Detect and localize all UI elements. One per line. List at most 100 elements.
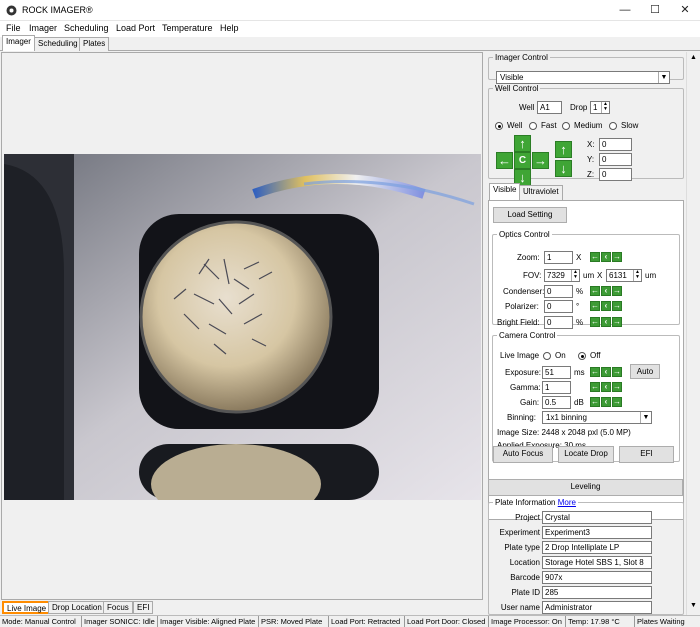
leveling-button[interactable]: Leveling [488, 479, 683, 496]
mode-medium-radio[interactable] [562, 122, 570, 130]
gain-input[interactable]: 0.5 [542, 396, 571, 409]
arrow-up-icon[interactable]: ↑ [514, 135, 531, 152]
drop-value: 1 [593, 103, 598, 112]
imager-mode-select[interactable]: Visible ▼ [496, 71, 670, 84]
minimize-button[interactable]: — [610, 0, 640, 21]
mode-slow-radio[interactable] [609, 122, 617, 130]
step-right-icon[interactable]: → [612, 397, 622, 407]
well-label: Well [519, 103, 535, 112]
condenser-input[interactable]: 0 [544, 285, 573, 298]
tab-focus[interactable]: Focus [103, 601, 133, 614]
z-input[interactable]: 0 [599, 168, 632, 181]
step-right-icon[interactable]: → [612, 317, 622, 327]
step-left-fine-icon[interactable]: ‹ [601, 252, 611, 262]
auto-exposure-button[interactable]: Auto [630, 364, 660, 379]
status-load-port-door: Load Port Door: Closed [405, 616, 489, 627]
step-right-icon[interactable]: → [612, 382, 622, 392]
tab-imager[interactable]: Imager [2, 35, 35, 51]
tab-efi[interactable]: EFI [133, 601, 154, 614]
load-setting-button[interactable]: Load Setting [493, 207, 567, 223]
spin-icon[interactable]: ▲ ▼ [633, 270, 641, 281]
step-left-fine-icon[interactable]: ‹ [601, 286, 611, 296]
step-right-icon[interactable]: → [612, 252, 622, 262]
well-control-legend: Well Control [495, 84, 539, 93]
close-button[interactable]: ✕ [670, 0, 700, 21]
step-left-icon[interactable]: ← [590, 301, 600, 311]
plate-row-label: Experiment [499, 528, 540, 537]
drop-label: Drop [570, 103, 588, 112]
tab-visible[interactable]: Visible [489, 183, 521, 200]
exposure-input[interactable]: 51 [542, 366, 571, 379]
step-left-fine-icon[interactable]: ‹ [601, 301, 611, 311]
bright-field-input[interactable]: 0 [544, 316, 573, 329]
gamma-input[interactable]: 1 [542, 381, 571, 394]
scroll-up-icon[interactable]: ▲ [690, 54, 697, 61]
fov-label: FOV: [523, 271, 542, 280]
spin-icon[interactable]: ▲ ▼ [571, 270, 579, 281]
tab-ultraviolet[interactable]: Ultraviolet [519, 185, 563, 200]
x-input[interactable]: 0 [599, 138, 632, 151]
mode-well-radio[interactable] [495, 122, 503, 130]
menu-bar: File Imager Scheduling Load Port Tempera… [0, 21, 700, 37]
step-left-icon[interactable]: ← [590, 252, 600, 262]
panel-scrollbar[interactable]: ▲ ▼ [686, 52, 699, 615]
menu-file[interactable]: File [6, 23, 21, 33]
binning-select[interactable]: 1x1 binning ▼ [542, 411, 652, 424]
spin-icon[interactable]: ▲ ▼ [601, 102, 609, 113]
step-right-icon[interactable]: → [612, 301, 622, 311]
step-left-fine-icon[interactable]: ‹ [601, 317, 611, 327]
step-left-icon[interactable]: ← [590, 286, 600, 296]
plate-row: Project Crystal [488, 510, 684, 525]
well-input[interactable]: A1 [537, 101, 562, 114]
scroll-down-icon[interactable]: ▼ [690, 602, 697, 609]
tab-drop-location[interactable]: Drop Location [48, 601, 106, 614]
z-up-icon[interactable]: ↑ [555, 141, 572, 158]
arrow-left-icon[interactable]: ← [496, 152, 513, 169]
efi-button[interactable]: EFI [619, 446, 674, 463]
step-left-icon[interactable]: ← [590, 367, 600, 377]
locate-drop-button[interactable]: Locate Drop [558, 446, 614, 463]
step-right-icon[interactable]: → [612, 367, 622, 377]
plate-row-value: Experiment3 [542, 526, 652, 539]
step-left-icon[interactable]: ← [590, 317, 600, 327]
polarizer-input[interactable]: 0 [544, 300, 573, 313]
step-left-icon[interactable]: ← [590, 397, 600, 407]
menu-imager[interactable]: Imager [29, 23, 57, 33]
z-down-icon[interactable]: ↓ [555, 160, 572, 177]
arrow-right-icon[interactable]: → [532, 152, 549, 169]
maximize-button[interactable]: ☐ [640, 0, 670, 21]
menu-help[interactable]: Help [220, 23, 239, 33]
tab-live-image[interactable]: Live Image [2, 601, 52, 614]
plate-row-label: Plate type [504, 543, 540, 552]
plate-row: Location Storage Hotel SBS 1, Slot 8 [488, 555, 684, 570]
center-button[interactable]: C [514, 152, 531, 169]
tab-plates[interactable]: Plates [79, 37, 110, 51]
step-left-fine-icon[interactable]: ‹ [601, 367, 611, 377]
tab-scheduling[interactable]: Scheduling [34, 37, 82, 51]
y-input[interactable]: 0 [599, 153, 632, 166]
drop-image[interactable] [4, 154, 481, 500]
step-left-fine-icon[interactable]: ‹ [601, 397, 611, 407]
step-left-fine-icon[interactable]: ‹ [601, 382, 611, 392]
zoom-input[interactable]: 1 [544, 251, 573, 264]
more-link[interactable]: More [558, 498, 576, 507]
status-mode: Mode: Manual Control [0, 616, 82, 627]
menu-temperature[interactable]: Temperature [162, 23, 213, 33]
menu-scheduling[interactable]: Scheduling [64, 23, 109, 33]
condenser-unit: % [576, 287, 584, 296]
live-off-radio[interactable] [578, 352, 586, 360]
plate-row-label: Location [509, 558, 540, 567]
fov-width-stepper[interactable]: 7329 ▲ ▼ [544, 269, 580, 282]
live-on-radio[interactable] [543, 352, 551, 360]
camera-control-group: Camera Control Live Image On Off Exposur… [492, 331, 680, 462]
plate-row-label: Barcode [510, 573, 540, 582]
bright-field-label: Bright Field: [497, 318, 540, 327]
polarizer-label: Polarizer: [505, 302, 539, 311]
auto-focus-button[interactable]: Auto Focus [493, 446, 553, 463]
mode-fast-radio[interactable] [529, 122, 537, 130]
drop-stepper[interactable]: 1 ▲ ▼ [590, 101, 610, 114]
menu-load-port[interactable]: Load Port [116, 23, 155, 33]
step-right-icon[interactable]: → [612, 286, 622, 296]
fov-height-stepper[interactable]: 6131 ▲ ▼ [606, 269, 642, 282]
step-left-icon[interactable]: ← [590, 382, 600, 392]
